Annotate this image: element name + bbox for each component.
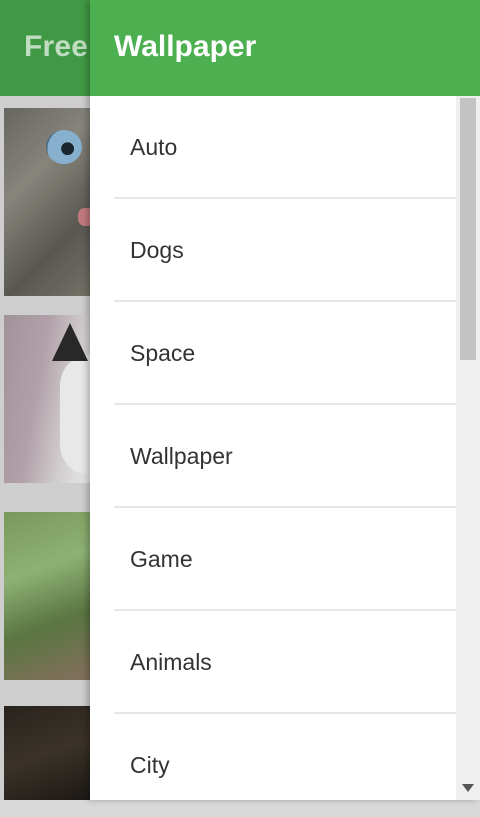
scrollbar[interactable]	[456, 96, 480, 800]
menu-item-label: Dogs	[130, 237, 184, 263]
menu-item-label: Wallpaper	[130, 443, 233, 469]
menu-item-city[interactable]: City	[114, 714, 456, 817]
menu-item-label: Auto	[130, 134, 178, 160]
menu-item-animals[interactable]: Animals	[114, 611, 456, 714]
menu-item-space[interactable]: Space	[114, 302, 456, 405]
category-menu: Auto Dogs Space Wallpaper Game Animals C…	[114, 96, 456, 817]
menu-item-auto[interactable]: Auto	[114, 96, 456, 199]
menu-item-wallpaper[interactable]: Wallpaper	[114, 405, 456, 508]
navigation-drawer: Wallpaper Auto Dogs Space Wallpaper Game…	[90, 0, 480, 800]
menu-item-label: Game	[130, 546, 193, 572]
menu-item-game[interactable]: Game	[114, 508, 456, 611]
scroll-down-arrow-icon[interactable]	[462, 784, 474, 792]
scrollbar-thumb[interactable]	[460, 98, 476, 360]
menu-item-label: Space	[130, 340, 196, 366]
menu-item-dogs[interactable]: Dogs	[114, 199, 456, 302]
drawer-title: Wallpaper	[114, 30, 257, 63]
drawer-header: Wallpaper	[90, 0, 480, 96]
menu-item-label: Animals	[130, 649, 212, 675]
menu-item-label: City	[130, 752, 170, 778]
